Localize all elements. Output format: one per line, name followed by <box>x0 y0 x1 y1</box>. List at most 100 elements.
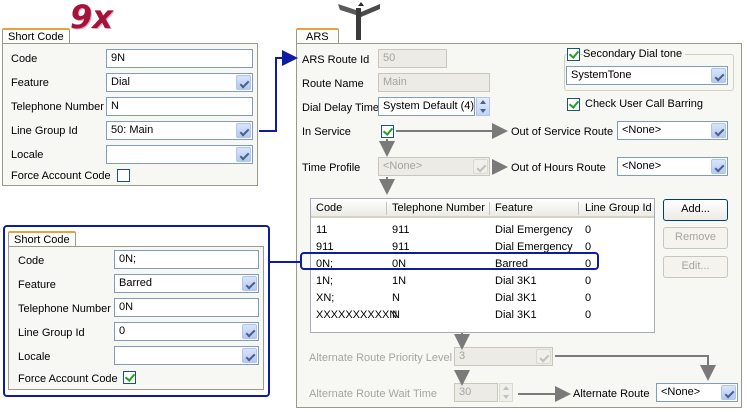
line-group-id-dropdown[interactable]: 50: Main <box>106 121 253 140</box>
chevron-down-icon <box>536 349 551 364</box>
line-group-id-label: Line Group Id <box>11 125 78 137</box>
ars-route-id-value: 50 <box>383 52 396 64</box>
tab-label: Short Code <box>8 31 64 43</box>
cell-code: XXXXXXXXXXN <box>316 309 398 321</box>
ars-route-id-field: 50 <box>378 49 447 68</box>
column-divider <box>489 202 490 215</box>
cell-line-group-id: 0 <box>585 224 592 236</box>
out-of-hours-route-label: Out of Hours Route <box>511 162 606 174</box>
alternate-route-priority-level-label: Alternate Route Priority Level <box>309 352 453 364</box>
tab-ars[interactable]: ARS <box>296 28 339 44</box>
spinner-arrows-icon[interactable] <box>476 97 490 116</box>
chevron-down-icon[interactable] <box>236 123 251 138</box>
out-of-service-route-dropdown[interactable]: <None> <box>617 121 728 140</box>
table-row[interactable]: 1N; 1N Dial 3K1 0 <box>311 273 654 290</box>
table-row[interactable]: XN; N Dial 3K1 0 <box>311 290 654 307</box>
chevron-down-icon[interactable] <box>242 324 257 339</box>
code-value: 0N; <box>119 253 137 265</box>
column-header-code[interactable]: Code <box>316 202 342 215</box>
telephone-number-value: N <box>111 100 119 112</box>
telephone-number-value: 0N <box>119 301 134 313</box>
short-code-panel-top: Code 9N Feature Dial Telephone Number N … <box>2 43 258 186</box>
code-field[interactable]: 9N <box>106 49 253 68</box>
check-user-call-barring-label: Check User Call Barring <box>585 98 703 110</box>
route-name-field: Main <box>378 73 490 92</box>
table-row[interactable]: XXXXXXXXXXN N Dial 3K1 0 <box>311 307 654 324</box>
column-divider <box>386 202 387 215</box>
force-account-code-checkbox[interactable] <box>123 371 136 384</box>
tab-label: Short Code <box>14 234 70 246</box>
cell-code: XN; <box>316 292 335 304</box>
code-label: Code <box>18 255 45 267</box>
feature-value: Barred <box>119 277 153 289</box>
tab-label: ARS <box>306 31 329 43</box>
chevron-down-icon[interactable] <box>236 75 251 90</box>
line-group-id-dropdown[interactable]: 0 <box>114 322 259 341</box>
ars-panel: ARS Route Id 50 Route Name Main Dial Del… <box>296 43 742 408</box>
signpost-icon <box>334 0 384 40</box>
chevron-down-icon[interactable] <box>711 123 726 138</box>
feature-label: Feature <box>11 77 49 89</box>
out-of-hours-route-dropdown[interactable]: <None> <box>617 157 728 176</box>
code-label: Code <box>11 53 38 65</box>
table-row[interactable]: 11 911 Dial Emergency 0 <box>311 222 654 239</box>
force-account-code-label: Force Account Code <box>18 373 118 385</box>
secondary-dial-tone-checkbox[interactable] <box>567 48 580 61</box>
cell-line-group-id: 0 <box>585 309 592 321</box>
secondary-dial-tone-dropdown[interactable]: SystemTone <box>566 66 728 85</box>
in-service-checkbox[interactable] <box>381 125 394 138</box>
force-account-code-checkbox[interactable] <box>117 169 130 182</box>
chevron-down-icon[interactable] <box>711 159 726 174</box>
remove-button-label: Remove <box>675 231 716 243</box>
alternate-route-wait-time-value: 30 <box>459 386 472 398</box>
route-name-label: Route Name <box>302 78 364 90</box>
feature-dropdown[interactable]: Dial <box>106 73 253 92</box>
remove-button: Remove <box>663 227 728 249</box>
cell-telephone-number: N <box>392 292 400 304</box>
time-profile-label: Time Profile <box>302 162 361 174</box>
code-field[interactable]: 0N; <box>114 250 259 269</box>
cell-telephone-number: 911 <box>392 224 410 236</box>
locale-dropdown[interactable] <box>106 145 253 164</box>
check-user-call-barring-checkbox[interactable] <box>567 98 580 111</box>
cell-telephone-number: 1N <box>392 275 407 287</box>
route-name-value: Main <box>383 76 407 88</box>
feature-value: Dial <box>111 76 130 88</box>
column-header-line-group-id[interactable]: Line Group Id <box>585 202 652 215</box>
dial-delay-time-field[interactable]: System Default (4) <box>378 97 475 116</box>
cell-feature: Dial 3K1 <box>495 275 537 287</box>
logo-text: 9x <box>70 0 113 36</box>
chevron-down-icon[interactable] <box>711 68 726 83</box>
chevron-down-icon[interactable] <box>721 385 736 400</box>
secondary-dial-tone-value: SystemTone <box>571 69 632 81</box>
alternate-route-priority-level-value: 3 <box>459 350 466 362</box>
chevron-down-icon[interactable] <box>242 276 257 291</box>
code-value: 9N <box>111 52 126 64</box>
tab-short-code-bottom[interactable]: Short Code <box>8 231 76 247</box>
telephone-number-field[interactable]: N <box>106 97 253 116</box>
alternate-route-value: <None> <box>661 386 701 398</box>
chevron-down-icon[interactable] <box>236 147 251 162</box>
time-profile-value: <None> <box>383 160 423 172</box>
locale-label: Locale <box>18 351 51 363</box>
in-service-label: In Service <box>302 126 351 138</box>
edit-button-label: Edit... <box>681 260 710 272</box>
time-profile-dropdown: <None> <box>378 157 490 176</box>
dial-delay-time-label: Dial Delay Time <box>302 102 380 114</box>
alternate-route-dropdown[interactable]: <None> <box>656 383 738 402</box>
column-header-telephone-number[interactable]: Telephone Number <box>392 202 485 215</box>
line-group-id-value: 0 <box>119 325 126 337</box>
out-of-hours-route-value: <None> <box>622 160 662 172</box>
cell-feature: Dial 3K1 <box>495 309 537 321</box>
cell-code: 11 <box>316 224 328 236</box>
edit-button: Edit... <box>663 256 728 278</box>
telephone-number-field[interactable]: 0N <box>114 298 259 317</box>
feature-dropdown[interactable]: Barred <box>114 274 259 293</box>
add-button[interactable]: Add... <box>663 199 728 221</box>
chevron-down-icon[interactable] <box>242 348 257 363</box>
column-header-feature[interactable]: Feature <box>495 202 533 215</box>
selected-row-highlight <box>300 252 599 270</box>
tab-short-code-top[interactable]: Short Code <box>2 28 70 44</box>
locale-dropdown[interactable] <box>114 346 259 365</box>
telephone-number-label: Telephone Number <box>11 101 104 113</box>
